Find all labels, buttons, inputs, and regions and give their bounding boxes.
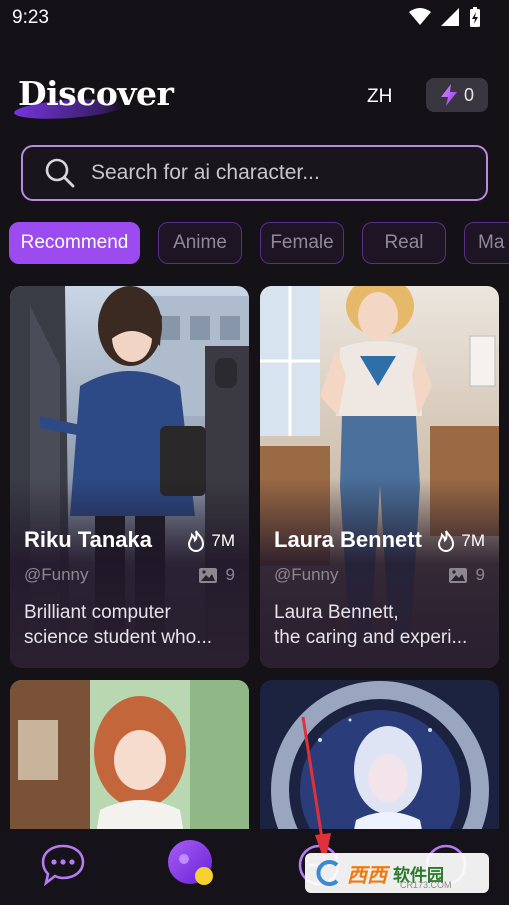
lightning-icon [440, 84, 457, 106]
image-count-value: 9 [475, 565, 485, 584]
description-line: the caring and experi... [274, 627, 468, 648]
description-line: Brilliant computer [24, 602, 171, 623]
character-description: Laura Bennett, the caring and experi... [274, 600, 487, 650]
view-count: 7M [187, 530, 235, 552]
page-title: Discover [18, 74, 174, 113]
watermark-brand: 西西 [347, 862, 387, 887]
image-count: 9 [448, 565, 485, 585]
image-icon [448, 567, 467, 583]
image-icon [198, 567, 217, 583]
view-count: 7M [437, 530, 485, 552]
tab-discover[interactable] [167, 839, 217, 894]
watermark-domain: CR173.COM [400, 880, 452, 890]
description-line: science student who... [24, 627, 212, 648]
character-name: Laura Bennett [274, 527, 422, 552]
character-card[interactable] [10, 680, 249, 840]
view-count-value: 7M [461, 531, 485, 550]
language-toggle[interactable]: ZH [367, 86, 392, 108]
tab-chat[interactable] [40, 843, 86, 892]
battery-icon [470, 7, 480, 27]
flame-icon [438, 530, 455, 552]
author-handle: @Funny [274, 565, 339, 584]
character-card[interactable]: Laura Bennett 7M @Funny 9 Laura Bennett,… [260, 286, 499, 668]
tab-female[interactable]: Female [260, 222, 344, 264]
signal-icon [441, 8, 459, 26]
author-handle: @Funny [24, 565, 89, 584]
tab-recommend[interactable]: Recommend [9, 222, 140, 264]
tab-more[interactable]: Ma [464, 222, 509, 264]
energy-button[interactable]: 0 [426, 78, 488, 112]
header: Discover ZH 0 [0, 70, 509, 122]
wifi-icon [409, 8, 431, 25]
character-name: Riku Tanaka [24, 527, 152, 552]
watermark-c-icon [316, 860, 339, 886]
watermark-logo: 西西 软件园 CR173.COM [305, 853, 489, 893]
app-logo: Discover [13, 74, 174, 122]
category-tabs: Recommend Anime Female Real Ma [9, 222, 509, 264]
search-placeholder: Search for ai character... [91, 161, 320, 184]
status-icons [409, 7, 481, 27]
chat-icon [41, 844, 85, 887]
tab-real[interactable]: Real [362, 222, 446, 264]
status-bar: 9:23 [0, 0, 509, 36]
image-count: 9 [198, 565, 235, 585]
flame-icon [188, 530, 205, 552]
character-card[interactable]: Riku Tanaka 7M @Funny 9 Brilliant comput… [10, 286, 249, 668]
search-input[interactable]: Search for ai character... [21, 145, 488, 201]
character-description: Brilliant computer science student who..… [24, 600, 237, 650]
status-time: 9:23 [12, 7, 49, 28]
search-icon [45, 158, 75, 188]
annotation-arrow [301, 716, 331, 863]
image-count-value: 9 [225, 565, 235, 584]
tab-anime[interactable]: Anime [158, 222, 242, 264]
character-image [10, 680, 249, 840]
description-line: Laura Bennett, [274, 602, 399, 623]
discover-icon [168, 840, 213, 885]
view-count-value: 7M [211, 531, 235, 550]
energy-count: 0 [463, 84, 474, 105]
